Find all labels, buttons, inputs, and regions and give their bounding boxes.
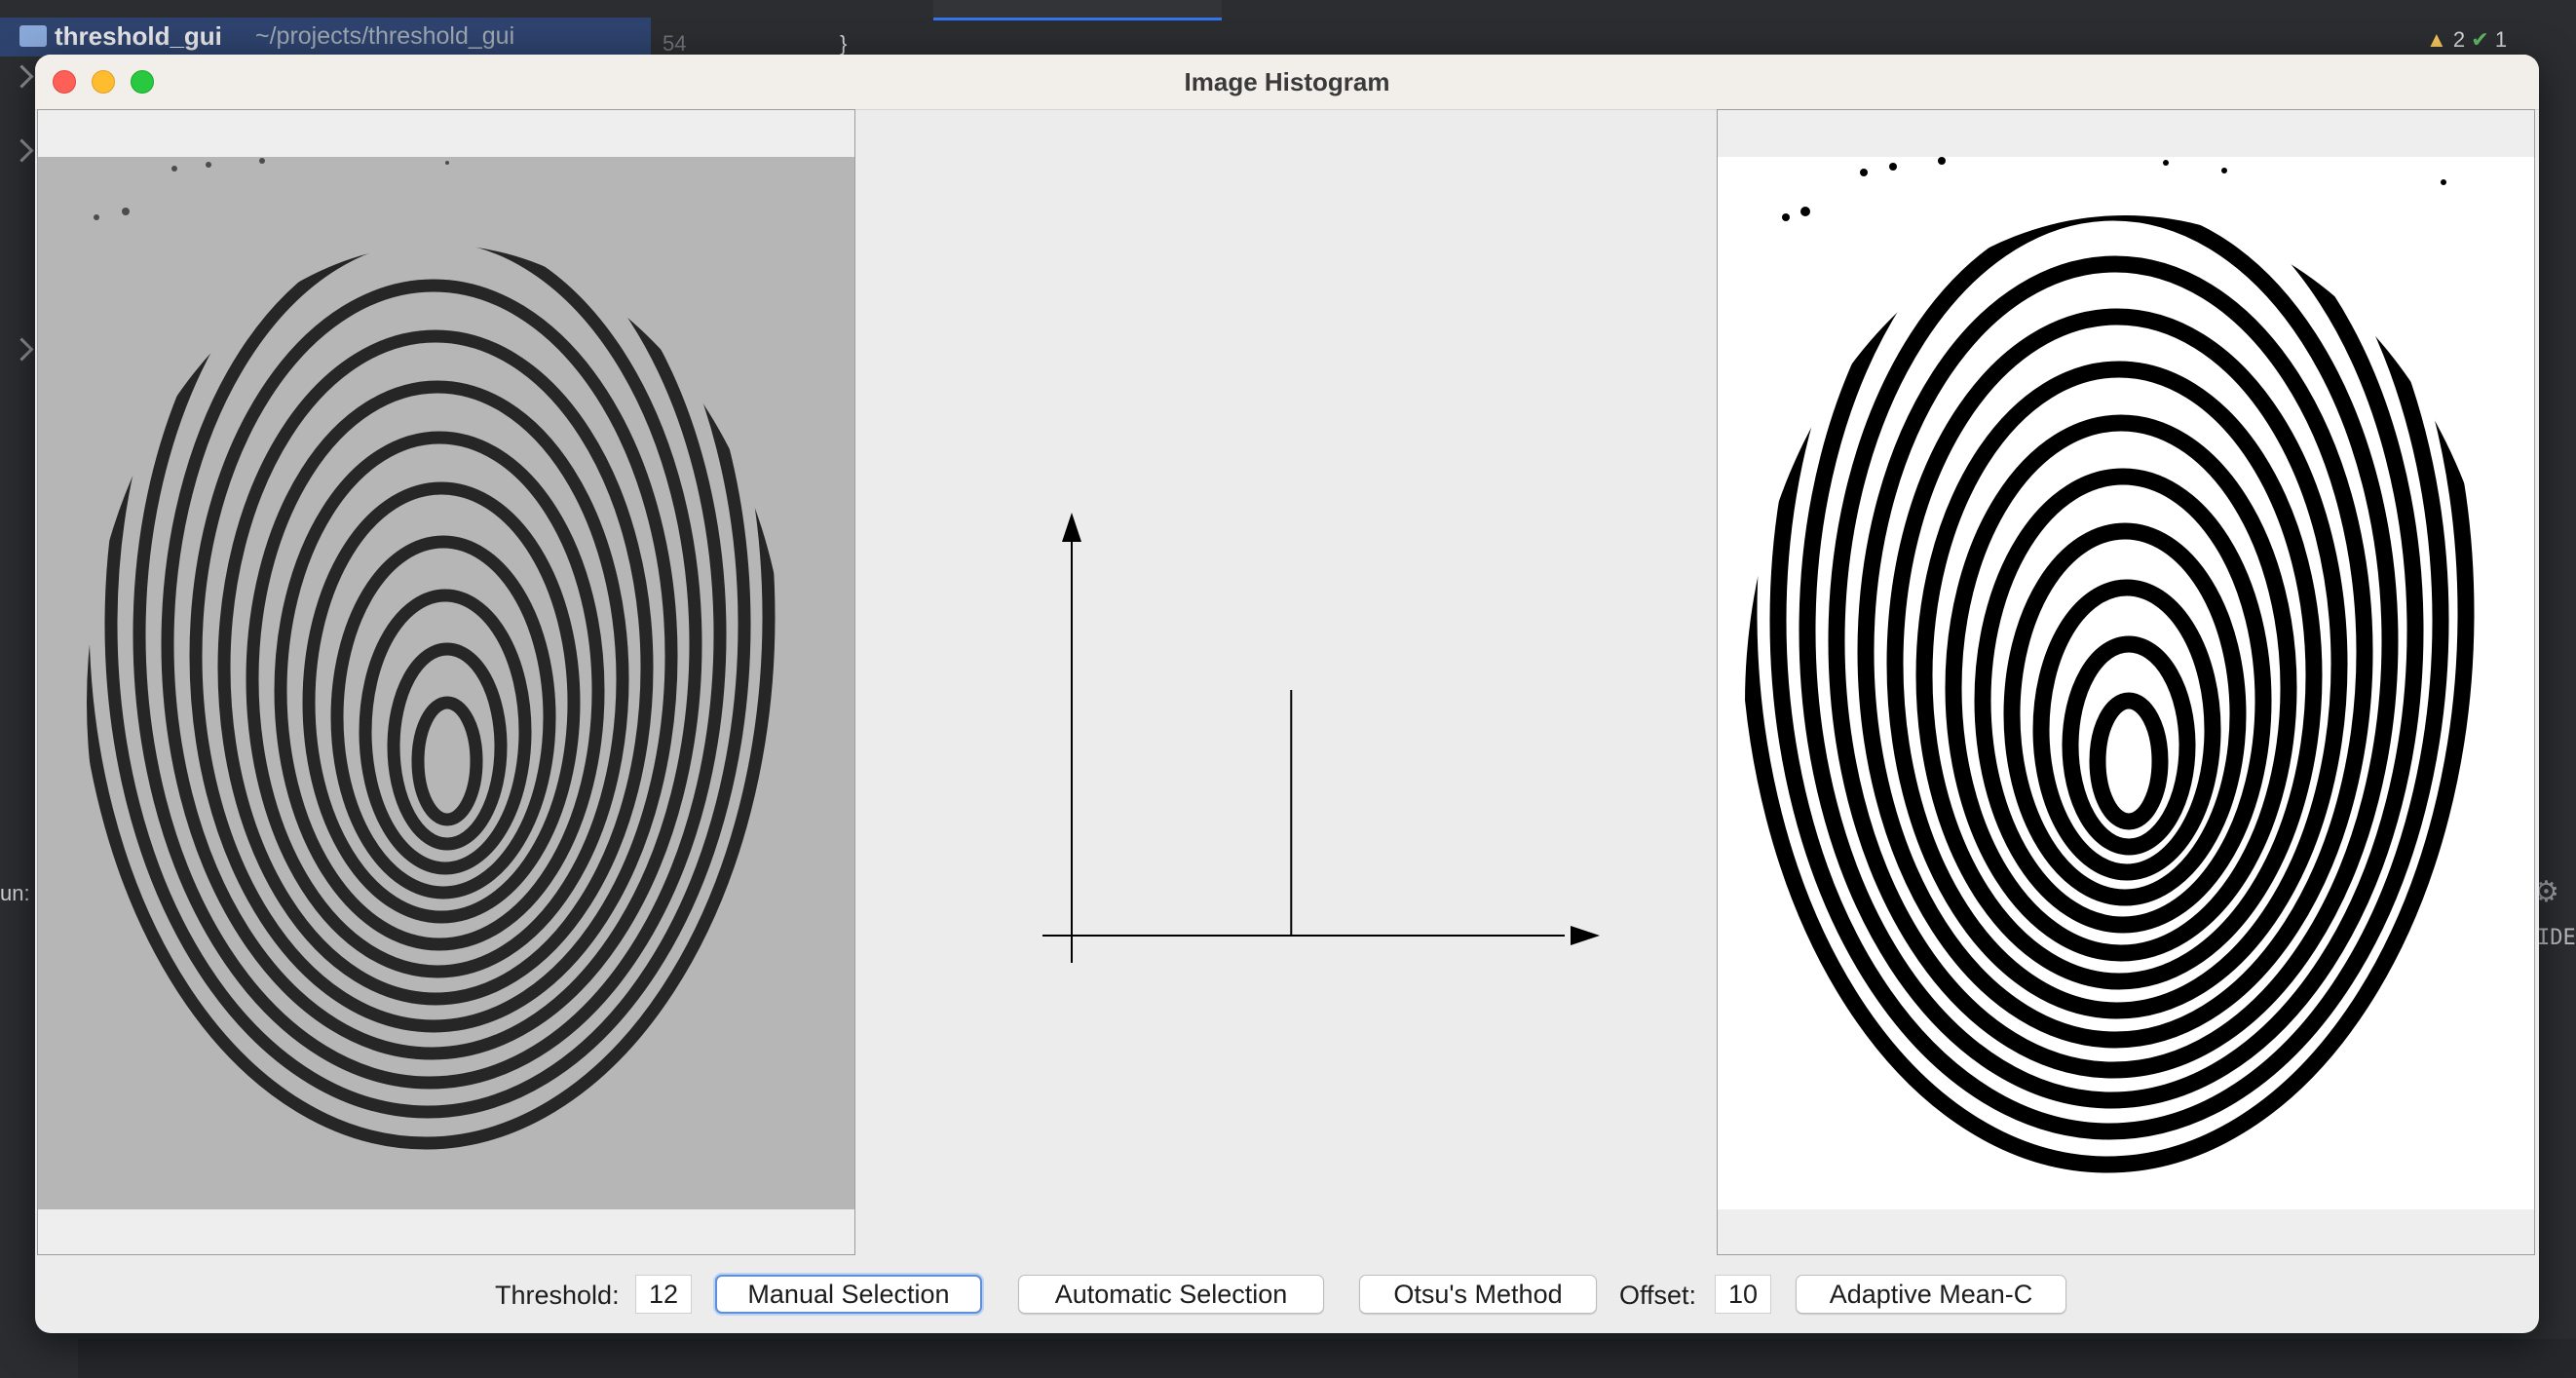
image-histogram-window: Image Histogram Threshold: 12 Manual Sel… xyxy=(35,55,2539,1333)
close-button[interactable] xyxy=(53,70,76,94)
ide-status-bar xyxy=(78,1339,2576,1378)
minimize-button[interactable] xyxy=(92,70,115,94)
histogram-chart xyxy=(1042,513,1600,963)
manual-selection-button[interactable]: Manual Selection xyxy=(715,1275,982,1314)
window-title: Image Histogram xyxy=(1184,67,1390,96)
fingerprint-grayscale-icon xyxy=(87,158,776,1150)
code-fragment: } xyxy=(840,31,848,56)
result-image xyxy=(1718,157,2534,1209)
chevron-right-icon[interactable] xyxy=(10,337,34,362)
chevron-right-icon[interactable] xyxy=(10,64,34,89)
adaptive-mean-c-button[interactable]: Adaptive Mean-C xyxy=(1796,1275,2066,1314)
ide-left-toolbar xyxy=(0,57,35,1378)
line-number: 54 xyxy=(663,31,687,56)
offset-input[interactable]: 10 xyxy=(1715,1275,1771,1314)
ide-tab-active[interactable] xyxy=(933,0,1222,20)
threshold-controls: Threshold: 12 Manual Selection Automatic… xyxy=(35,1255,2539,1333)
automatic-selection-button[interactable]: Automatic Selection xyxy=(1018,1275,1324,1314)
check-icon: ✔ xyxy=(2471,27,2489,52)
offset-label: Offset: xyxy=(1619,1281,1697,1310)
result-image-panel xyxy=(1717,109,2535,1255)
maximize-button[interactable] xyxy=(131,70,154,94)
threshold-label: Threshold: xyxy=(495,1281,620,1310)
otsu-method-button[interactable]: Otsu's Method xyxy=(1359,1275,1597,1314)
warning-icon: ▲ xyxy=(2426,27,2447,52)
chevron-right-icon[interactable] xyxy=(10,138,34,163)
ide-project-header[interactable]: threshold_gui ~/projects/threshold_gui xyxy=(0,18,651,57)
source-image xyxy=(38,157,854,1209)
checks-count: 1 xyxy=(2494,27,2508,52)
y-axis-arrowhead xyxy=(1062,513,1081,542)
ide-side-label: IDE xyxy=(2537,926,2576,950)
warnings-count: 2 xyxy=(2452,27,2466,52)
source-image-panel xyxy=(37,109,855,1255)
fingerprint-binary-icon xyxy=(1745,157,2475,1173)
ide-inspection-status[interactable]: ▲ 2 ✔ 1 xyxy=(2426,27,2507,53)
ide-gutter: 54 } xyxy=(651,18,848,57)
folder-icon xyxy=(19,25,47,47)
title-bar[interactable]: Image Histogram xyxy=(35,55,2539,110)
x-axis-arrowhead xyxy=(1571,926,1600,945)
threshold-input[interactable]: 12 xyxy=(635,1275,692,1314)
project-name: threshold_gui xyxy=(55,21,222,51)
project-path: ~/projects/threshold_gui xyxy=(255,22,515,50)
ide-editor-tabs xyxy=(651,0,1820,20)
ide-run-label: un: xyxy=(0,881,30,905)
